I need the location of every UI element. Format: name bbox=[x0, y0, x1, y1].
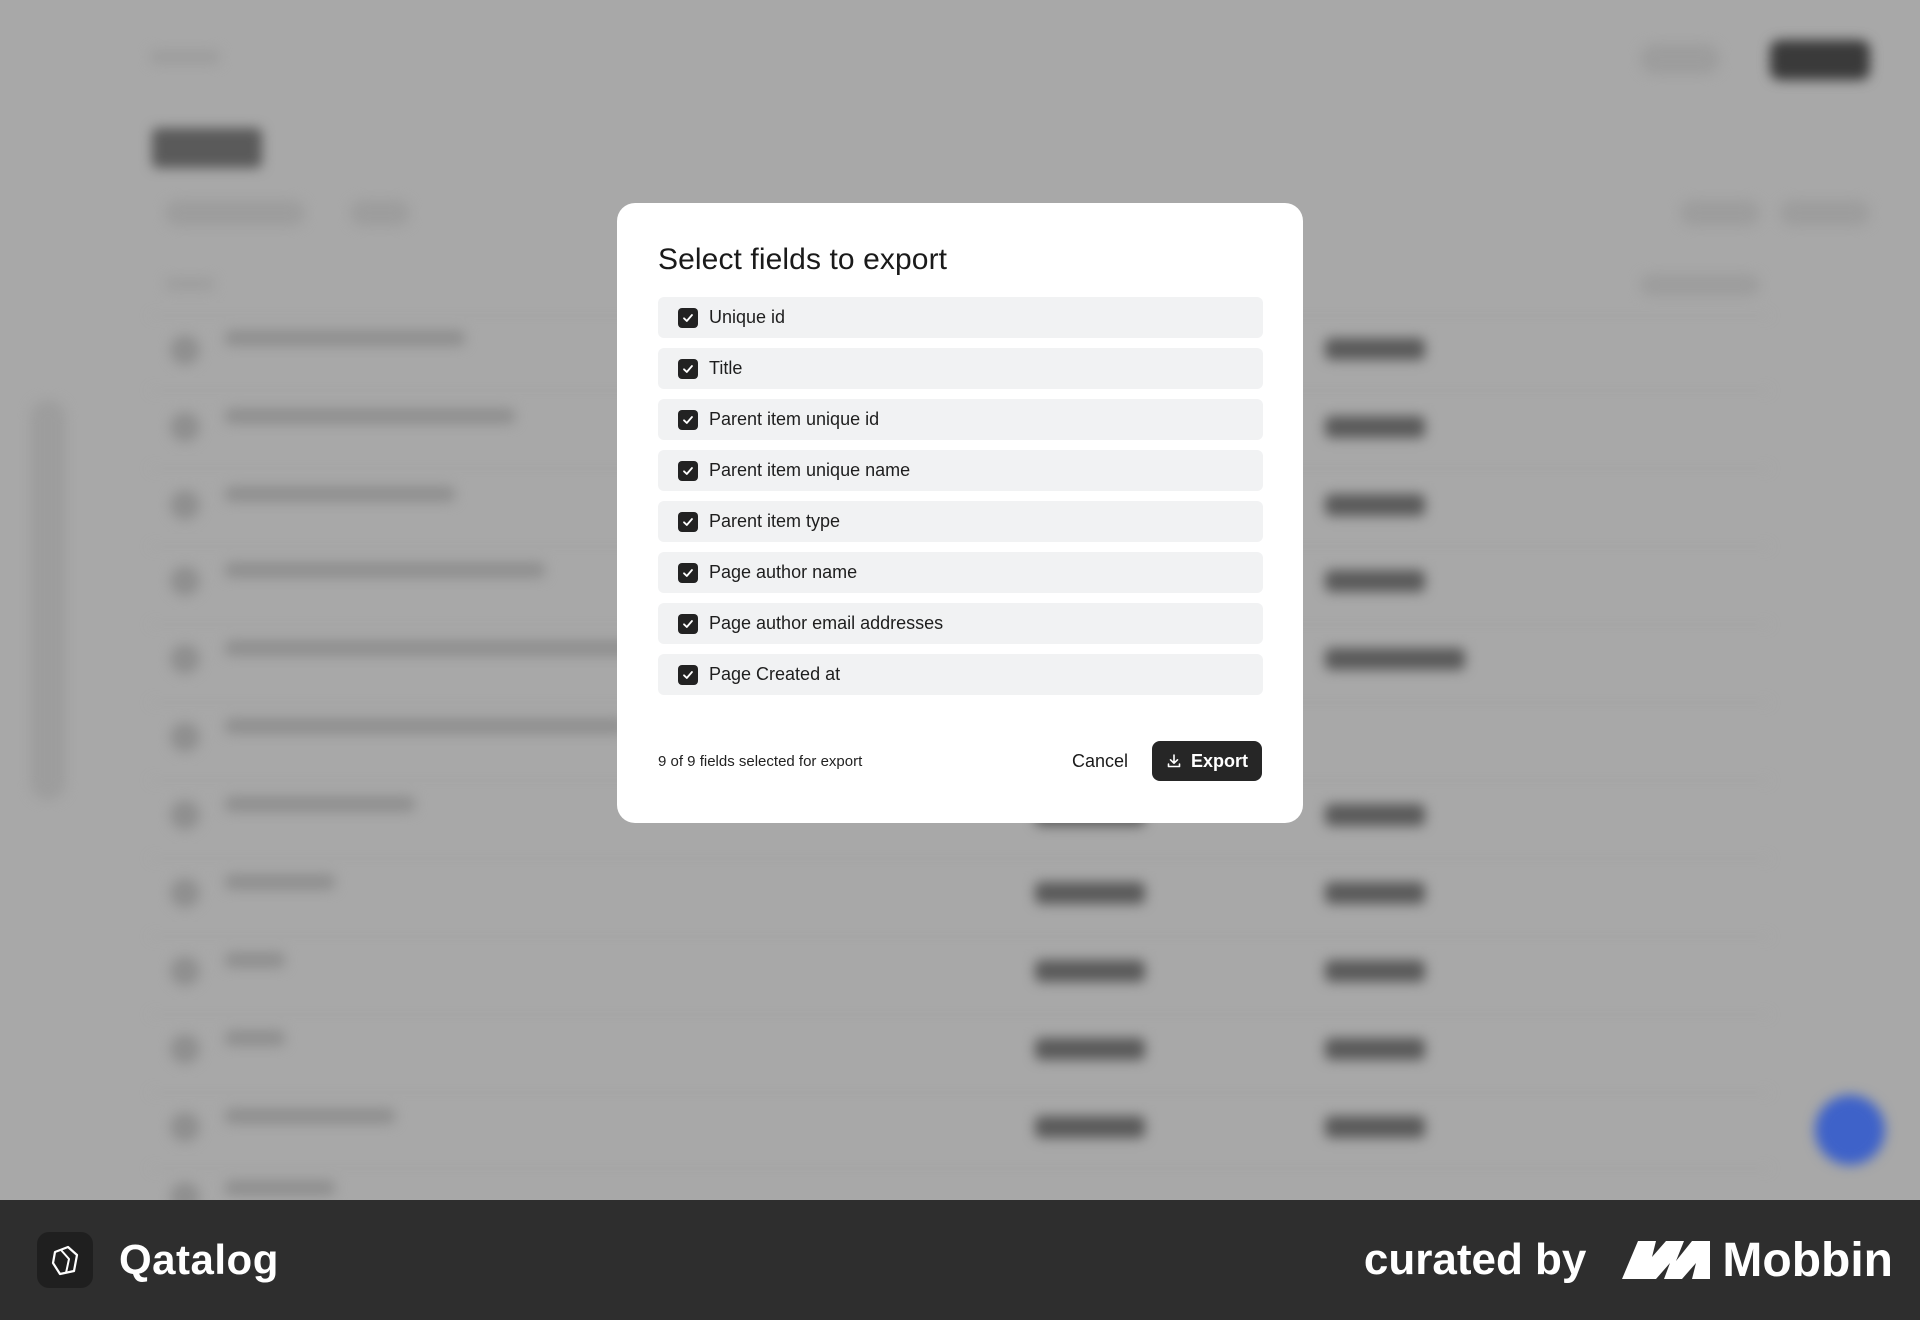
field-label: Page author name bbox=[709, 562, 858, 582]
selection-summary: 9 of 9 fields selected for export bbox=[658, 752, 863, 770]
field-label: Unique id bbox=[709, 307, 786, 327]
qatalog-logo-icon bbox=[37, 1232, 93, 1288]
export-fields-dialog: Select fields to export Unique id Title … bbox=[617, 203, 1303, 823]
mobbin-logo-icon bbox=[1622, 1239, 1711, 1281]
checkbox-checked-icon[interactable] bbox=[678, 460, 698, 481]
export-button-label: Export bbox=[1190, 750, 1248, 771]
checkbox-checked-icon[interactable] bbox=[678, 409, 698, 430]
field-label: Parent item unique name bbox=[709, 460, 911, 480]
app-brand: Qatalog bbox=[37, 1232, 279, 1288]
checkbox-checked-icon[interactable] bbox=[678, 613, 698, 634]
field-label: Page author email addresses bbox=[709, 613, 944, 633]
field-row-parent-item-unique-id[interactable]: Parent item unique id bbox=[658, 399, 1263, 440]
mobbin-name: Mobbin bbox=[1722, 1233, 1893, 1287]
field-row-parent-item-unique-name[interactable]: Parent item unique name bbox=[658, 450, 1263, 491]
field-row-title[interactable]: Title bbox=[658, 348, 1263, 389]
dialog-footer: 9 of 9 fields selected for export Cancel… bbox=[658, 741, 1262, 781]
mobbin-brand: Mobbin bbox=[1622, 1233, 1893, 1288]
bg-secondary-button bbox=[1640, 44, 1720, 74]
field-label: Parent item type bbox=[709, 511, 841, 531]
checkbox-checked-icon[interactable] bbox=[678, 307, 698, 328]
field-label: Page Created at bbox=[709, 664, 841, 684]
dialog-title: Select fields to export bbox=[658, 243, 948, 276]
download-icon bbox=[1166, 753, 1182, 769]
bg-fab bbox=[1815, 1095, 1885, 1165]
field-row-page-author-email-addresses[interactable]: Page author email addresses bbox=[658, 603, 1263, 644]
curator-brand: curated by Mobbin bbox=[1364, 1233, 1893, 1288]
bg-breadcrumb bbox=[150, 50, 220, 64]
field-row-page-created-at[interactable]: Page Created at bbox=[658, 654, 1263, 695]
bg-column-header bbox=[1640, 274, 1760, 296]
field-label: Parent item unique id bbox=[709, 409, 880, 429]
checkbox-checked-icon[interactable] bbox=[678, 358, 698, 379]
bg-toolbar-chip bbox=[1780, 200, 1870, 226]
bg-page-title bbox=[152, 128, 262, 168]
checkbox-checked-icon[interactable] bbox=[678, 562, 698, 583]
bg-filter-chip bbox=[350, 200, 410, 226]
field-row-parent-item-type[interactable]: Parent item type bbox=[658, 501, 1263, 542]
bg-toolbar-chip bbox=[1680, 200, 1760, 226]
bg-side-rail bbox=[30, 400, 66, 800]
field-row-unique-id[interactable]: Unique id bbox=[658, 297, 1263, 338]
field-row-page-author-name[interactable]: Page author name bbox=[658, 552, 1263, 593]
cancel-button[interactable]: Cancel bbox=[1072, 751, 1128, 772]
app-name: Qatalog bbox=[119, 1236, 279, 1283]
dialog-actions: Cancel Export bbox=[1072, 741, 1262, 781]
checkbox-checked-icon[interactable] bbox=[678, 511, 698, 532]
bg-primary-button bbox=[1770, 40, 1870, 80]
export-button[interactable]: Export bbox=[1151, 741, 1262, 781]
field-list: Unique id Title Parent item unique id Pa… bbox=[658, 297, 1263, 695]
brand-bar: Qatalog curated by Mobbin bbox=[0, 1200, 1920, 1320]
bg-column-header bbox=[165, 278, 215, 290]
curated-by-label: curated by bbox=[1363, 1235, 1587, 1284]
checkbox-checked-icon[interactable] bbox=[678, 664, 698, 685]
field-label: Title bbox=[709, 358, 743, 378]
bg-filter-chip bbox=[165, 200, 305, 226]
